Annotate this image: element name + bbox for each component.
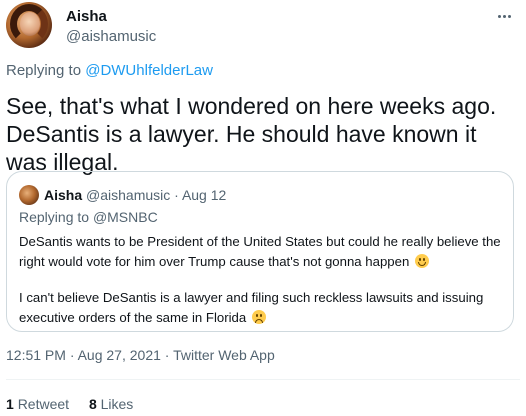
tweet-stats: 1 Retweet 8 Likes: [6, 395, 133, 413]
likes-label: Likes: [100, 396, 134, 412]
avatar-face: [20, 12, 40, 36]
quoted-tweet-header: Aisha @aishamusic · Aug 12: [44, 186, 226, 204]
dot: [502, 14, 506, 18]
quoted-author-handle: @aishamusic: [86, 187, 171, 203]
retweets-count: 1: [6, 396, 14, 412]
author-name[interactable]: Aisha: [66, 8, 107, 26]
likes-stat[interactable]: 8 Likes: [89, 396, 133, 412]
frowning-face-emoji-icon: [251, 310, 266, 324]
dot: [507, 14, 511, 18]
likes-count: 8: [88, 396, 97, 412]
quoted-tweet-body: DeSantis wants to be President of the Un…: [19, 232, 505, 328]
quoted-separator: ·: [170, 187, 182, 203]
quoted-replying-prefix: Replying to: [19, 209, 93, 225]
divider: [6, 379, 520, 380]
quoted-paragraph-2: I can't believe DeSantis is a lawyer and…: [19, 288, 505, 328]
upside-down-face-emoji-icon: [414, 254, 429, 268]
tweet-text: See, that's what I wondered on here week…: [6, 93, 497, 175]
quoted-replying-target: @MSNBC: [92, 209, 158, 225]
quoted-replying-to: Replying to @MSNBC: [19, 208, 158, 226]
quoted-date: Aug 12: [181, 187, 227, 203]
quoted-author-name: Aisha: [44, 187, 83, 203]
quoted-paragraph-1: DeSantis wants to be President of the Un…: [19, 232, 505, 272]
replying-target-link[interactable]: @DWUhlfelderLaw: [85, 62, 213, 79]
dot: [497, 14, 501, 18]
retweets-stat[interactable]: 1 Retweet: [6, 396, 69, 412]
quoted-tweet[interactable]: Aisha @aishamusic · Aug 12 Replying to @…: [6, 171, 514, 332]
author-handle[interactable]: @aishamusic: [66, 28, 156, 46]
more-options-icon[interactable]: [494, 6, 514, 26]
tweet-timestamp[interactable]: 12:51 PM · Aug 27, 2021 · Twitter Web Ap…: [6, 346, 275, 364]
replying-to: Replying to @DWUhlfelderLaw: [6, 62, 213, 80]
quoted-paragraph-2-text: I can't believe DeSantis is a lawyer and…: [19, 290, 484, 325]
quoted-author-avatar: [19, 185, 39, 205]
author-avatar[interactable]: [6, 2, 52, 48]
replying-prefix: Replying to: [6, 62, 86, 79]
retweets-label: Retweet: [17, 396, 70, 412]
